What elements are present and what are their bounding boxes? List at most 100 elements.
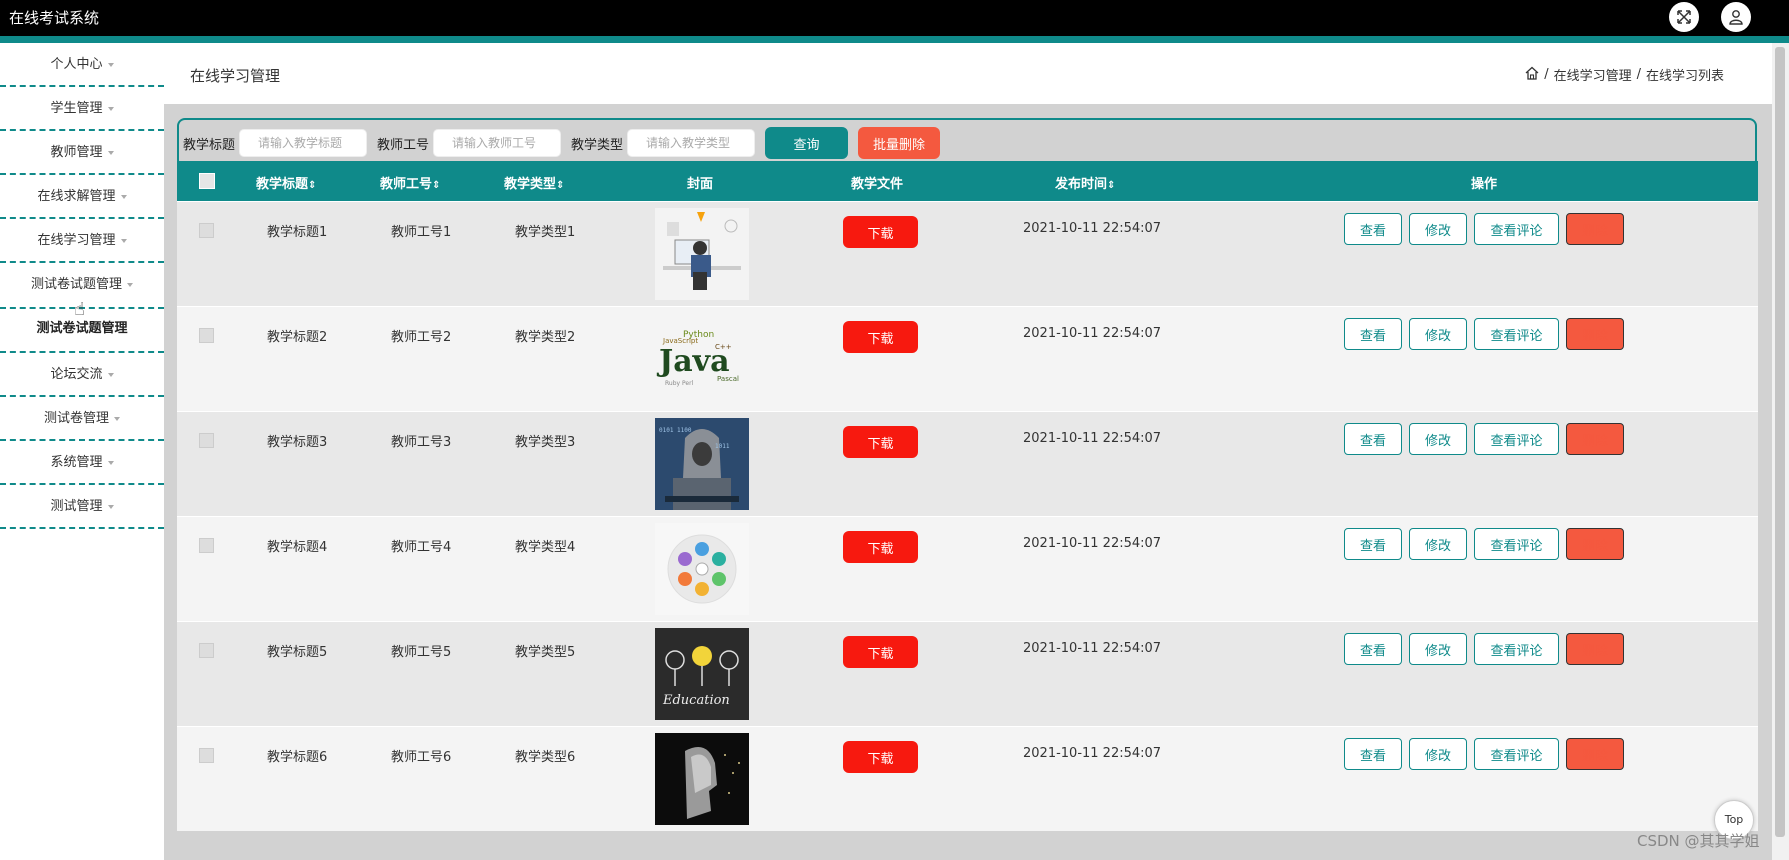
sidebar-item-teachers[interactable]: 教师管理	[0, 131, 164, 175]
cell-teacher: 教师工号1	[391, 225, 452, 240]
delete-button[interactable]: 删除	[1566, 528, 1624, 560]
delete-button[interactable]: 删除	[1566, 213, 1624, 245]
view-button[interactable]: 查看	[1344, 213, 1402, 245]
sidebar-item-profile[interactable]: 个人中心	[0, 43, 164, 87]
cell-teacher: 教师工号6	[391, 750, 452, 765]
column-header-type[interactable]: 教学类型⇕	[504, 173, 564, 192]
download-button[interactable]: 下载	[843, 216, 918, 248]
page-title: 在线学习管理	[190, 67, 281, 85]
bulk-delete-button[interactable]: 批量删除	[858, 127, 941, 159]
delete-button[interactable]: 删除	[1566, 738, 1624, 770]
cell-teacher: 教师工号2	[391, 330, 452, 345]
sidebar-item-label: 测试卷管理	[43, 411, 109, 426]
edit-button[interactable]: 修改	[1409, 318, 1467, 350]
view-comments-button[interactable]: 查看评论	[1474, 528, 1559, 560]
sidebar-item-label: 论坛交流	[50, 367, 103, 382]
cell-type: 教学类型5	[515, 645, 576, 660]
sidebar-item-students[interactable]: 学生管理	[0, 87, 164, 131]
table-header: 教学标题⇕ 教师工号⇕ 教学类型⇕ 封面 教学文件 发布时间⇕ 操作	[177, 161, 1758, 201]
edit-button[interactable]: 修改	[1409, 738, 1467, 770]
sidebar-item-test-papers[interactable]: 测试卷管理	[0, 397, 164, 441]
row-checkbox[interactable]	[199, 748, 214, 763]
view-button[interactable]: 查看	[1344, 633, 1402, 665]
view-comments-button[interactable]: 查看评论	[1474, 318, 1559, 350]
row-checkbox[interactable]	[199, 433, 214, 448]
sidebar-item-tests[interactable]: 测试管理	[0, 485, 164, 529]
cell-publish-time: 2021-10-11 22:54:07	[1023, 431, 1162, 446]
app-title: 在线考试系统	[9, 9, 100, 27]
sidebar-item-system[interactable]: 系统管理	[0, 441, 164, 485]
page-header: 在线学习管理 / 在线学习管理 / 在线学习列表	[164, 43, 1772, 103]
sidebar-item-label: 在线求解管理	[37, 189, 116, 204]
delete-button[interactable]: 删除	[1566, 318, 1624, 350]
cover-image-java-word-cloud: Java Python JavaScript Pascal C++ Ruby P…	[655, 313, 749, 405]
view-comments-button[interactable]: 查看评论	[1474, 213, 1559, 245]
sidebar-item-online-learning[interactable]: 在线学习管理	[0, 219, 164, 263]
edit-button[interactable]: 修改	[1409, 423, 1467, 455]
sidebar-item-label: 测试卷试题管理	[30, 277, 122, 292]
row-checkbox[interactable]	[199, 643, 214, 658]
caret-down-icon	[120, 238, 127, 243]
caret-down-icon	[114, 416, 120, 421]
row-checkbox[interactable]	[199, 538, 214, 553]
cell-title: 教学标题3	[267, 435, 328, 450]
row-checkbox[interactable]	[199, 223, 214, 238]
breadcrumb-item[interactable]: 在线学习管理	[1554, 65, 1632, 84]
sort-icon[interactable]: ⇕	[432, 180, 440, 191]
vertical-scrollbar[interactable]	[1772, 43, 1789, 860]
column-label: 教学标题	[256, 177, 309, 192]
sidebar-item-forum[interactable]: 论坛交流	[0, 353, 164, 397]
column-header-teacher[interactable]: 教师工号⇕	[380, 173, 440, 192]
column-label: 发布时间	[1055, 177, 1108, 192]
breadcrumb-separator: /	[1636, 67, 1641, 82]
view-comments-button[interactable]: 查看评论	[1474, 423, 1559, 455]
cell-title: 教学标题2	[267, 330, 328, 345]
cell-title: 教学标题5	[267, 645, 328, 660]
view-button[interactable]: 查看	[1344, 318, 1402, 350]
caret-down-icon	[127, 282, 133, 287]
caret-down-icon	[107, 62, 114, 67]
column-header-cover: 封面	[687, 177, 714, 192]
teacher-label: 教师工号	[377, 137, 430, 153]
sidebar: 个人中心 学生管理 教师管理 在线求解管理 在线学习管理 测试卷试题管理 测试卷…	[0, 43, 164, 529]
type-label: 教学类型	[571, 137, 624, 153]
column-header-time[interactable]: 发布时间⇕	[1055, 173, 1115, 192]
user-avatar-icon[interactable]	[1721, 2, 1751, 32]
title-label: 教学标题	[183, 137, 236, 153]
download-button[interactable]: 下载	[843, 636, 918, 668]
teacher-search-input[interactable]	[433, 129, 562, 157]
download-button[interactable]: 下载	[843, 531, 918, 563]
sort-icon[interactable]: ⇕	[1107, 180, 1115, 191]
view-button[interactable]: 查看	[1344, 528, 1402, 560]
sidebar-item-label: 在线学习管理	[37, 233, 116, 248]
view-button[interactable]: 查看	[1344, 423, 1402, 455]
sidebar-item-online-help[interactable]: 在线求解管理	[0, 175, 164, 219]
home-icon[interactable]	[1525, 66, 1539, 84]
select-all-checkbox[interactable]	[199, 173, 215, 189]
delete-button[interactable]: 删除	[1566, 633, 1624, 665]
scrollbar-thumb[interactable]	[1775, 47, 1785, 837]
watermark: CSDN @其其学姐	[1637, 832, 1760, 850]
sort-icon[interactable]: ⇕	[308, 180, 316, 191]
view-comments-button[interactable]: 查看评论	[1474, 633, 1559, 665]
cell-teacher: 教师工号5	[391, 645, 452, 660]
cover-image-tech-circle-diagram	[655, 523, 749, 615]
sort-icon[interactable]: ⇕	[556, 180, 564, 191]
query-button[interactable]: 查询	[765, 127, 849, 159]
view-button[interactable]: 查看	[1344, 738, 1402, 770]
download-button[interactable]: 下载	[843, 741, 918, 773]
row-checkbox[interactable]	[199, 328, 214, 343]
delete-button[interactable]: 删除	[1566, 423, 1624, 455]
type-search-input[interactable]	[627, 129, 756, 157]
edit-button[interactable]: 修改	[1409, 633, 1467, 665]
table-row: 教学标题4 教师工号4 教学类型4 下载 2021-10-11 22:54:07…	[177, 516, 1758, 621]
download-button[interactable]: 下载	[843, 426, 918, 458]
cell-type: 教学类型1	[515, 225, 576, 240]
fullscreen-icon[interactable]	[1669, 2, 1699, 32]
edit-button[interactable]: 修改	[1409, 528, 1467, 560]
view-comments-button[interactable]: 查看评论	[1474, 738, 1559, 770]
title-search-input[interactable]	[239, 129, 368, 157]
column-header-title[interactable]: 教学标题⇕	[256, 173, 316, 192]
download-button[interactable]: 下载	[843, 321, 918, 353]
edit-button[interactable]: 修改	[1409, 213, 1467, 245]
